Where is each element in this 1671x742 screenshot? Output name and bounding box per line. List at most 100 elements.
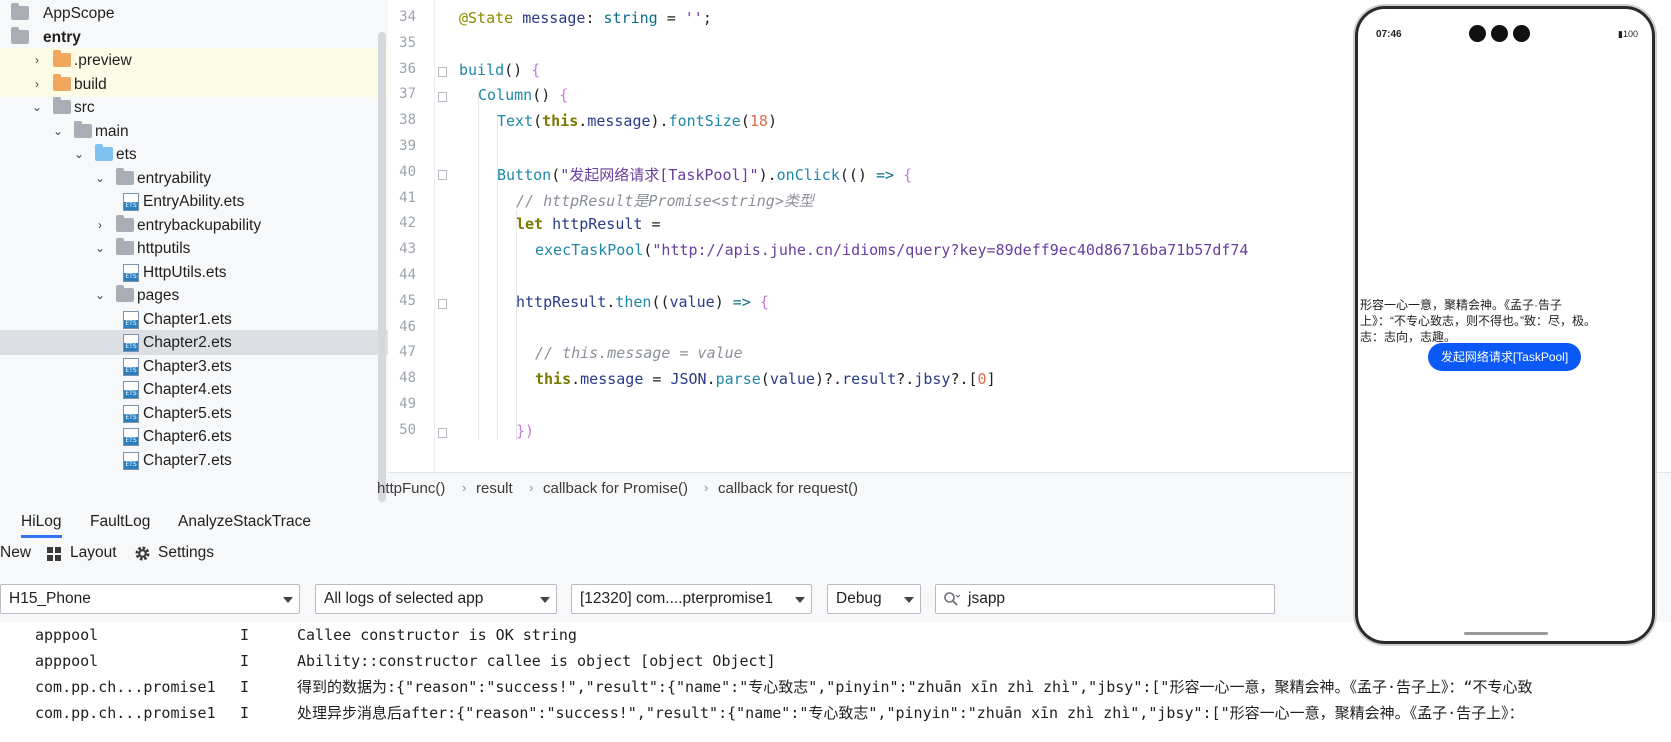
chevron-down-icon[interactable]: ⌄: [94, 236, 106, 261]
line-number: 49: [399, 396, 416, 412]
log-row[interactable]: com.pp.ch...promise1 I 处理异步消息后after:{"reas…: [0, 700, 1671, 726]
ets-file-icon: ETS: [123, 381, 139, 399]
layout-button[interactable]: Layout: [70, 544, 117, 562]
new-button[interactable]: New: [0, 544, 31, 562]
tree-item[interactable]: ETS EntryAbility.ets: [0, 189, 388, 214]
code-token: 18: [749, 112, 768, 131]
code-line: @State message: string = '';: [459, 9, 712, 27]
tree-item[interactable]: ETS Chapter2.ets: [0, 330, 388, 355]
chevron-down-icon[interactable]: ⌄: [94, 166, 106, 191]
chevron-right-icon[interactable]: ›: [31, 48, 43, 73]
line-number: 36: [399, 60, 416, 77]
process-select[interactable]: [12320] com....pterpromise1: [571, 584, 812, 614]
level-select[interactable]: Debug: [827, 584, 921, 614]
code-line: build() {: [459, 61, 540, 79]
file-badge: ETS: [124, 413, 138, 422]
code-token: 0: [977, 370, 987, 389]
tree-item[interactable]: ⌄ pages: [0, 283, 388, 308]
line-number: 44: [399, 267, 416, 283]
code-line: Column() {: [478, 86, 568, 104]
tree-item[interactable]: AppScope: [0, 1, 388, 26]
chevron-down-icon[interactable]: ⌄: [94, 283, 106, 308]
request-button[interactable]: 发起网络请求[TaskPool]: [1428, 343, 1581, 371]
tree-item[interactable]: › entrybackupability: [0, 213, 388, 238]
line-number: 45: [399, 292, 416, 309]
chevron-down-icon: [283, 597, 293, 603]
folder-icon: [116, 285, 134, 302]
chevron-right-icon[interactable]: ›: [31, 72, 43, 97]
chevron-down-icon[interactable]: ⌄: [73, 142, 85, 167]
settings-button[interactable]: Settings: [158, 544, 214, 562]
tree-item[interactable]: › .preview: [0, 48, 388, 73]
tree-item[interactable]: › build: [0, 71, 388, 97]
fold-marker-icon[interactable]: [438, 427, 447, 438]
chevron-down-icon[interactable]: ⌄: [52, 119, 64, 144]
tree-item-label: EntryAbility.ets: [143, 193, 245, 210]
chevron-down-icon[interactable]: ⌄: [31, 95, 43, 120]
code-token: Button: [497, 165, 552, 184]
tree-item[interactable]: ETS Chapter1.ets: [0, 307, 388, 332]
line-number: 42: [399, 215, 416, 232]
battery-level: 100: [1622, 29, 1638, 39]
file-badge: ETS: [124, 343, 138, 351]
fold-marker-icon[interactable]: [438, 66, 447, 77]
tab-hilog[interactable]: HiLog: [21, 513, 62, 538]
ets-file-icon: ETS: [123, 334, 139, 352]
log-search-input[interactable]: jsapp: [935, 584, 1275, 614]
tab-analyzestacktrace[interactable]: AnalyzeStackTrace: [178, 513, 311, 531]
tree-item[interactable]: ETS Chapter7.ets: [0, 448, 388, 473]
breadcrumb-item[interactable]: callback for request(): [718, 480, 858, 497]
battery-indicator: ▮100: [1618, 29, 1638, 39]
tree-item[interactable]: ⌄ src: [0, 95, 388, 120]
code-token: ((: [651, 292, 670, 311]
tree-item-label: Chapter3.ets: [143, 357, 232, 375]
breadcrumb-item[interactable]: callback for Promise(): [543, 480, 688, 497]
file-badge: ETS: [124, 366, 138, 375]
tree-item[interactable]: ⌄ main: [0, 119, 388, 144]
tree-item[interactable]: ⌄ entryability: [0, 166, 388, 191]
tree-item-label: entrybackupability: [137, 216, 262, 234]
code-token: let: [516, 215, 553, 234]
tree-item[interactable]: entry: [0, 25, 388, 50]
line-number: 50: [399, 421, 416, 438]
tree-item[interactable]: ⌄ httputils: [0, 236, 388, 261]
breadcrumb-item[interactable]: httpFunc(): [377, 480, 445, 497]
tree-item[interactable]: ⌄ ets: [0, 142, 388, 167]
status-time: 07:46: [1376, 29, 1402, 40]
device-select[interactable]: H15_Phone: [0, 584, 300, 614]
log-message: Ability::constructor callee is object [o…: [297, 652, 776, 670]
camera-icon: [1491, 25, 1508, 42]
log-message: 处理异步消息后after:{"reason":"success!","resul…: [297, 704, 1524, 722]
fold-marker-icon[interactable]: [438, 298, 447, 309]
fold-marker-icon[interactable]: [438, 169, 447, 180]
tree-item[interactable]: ETS Chapter5.ets: [0, 401, 388, 426]
tree-item-label: HttpUtils.ets: [143, 263, 227, 281]
fold-marker-icon[interactable]: [438, 92, 447, 103]
code-token: .: [706, 370, 716, 389]
file-badge: ETS: [124, 272, 138, 281]
line-number: 38: [399, 112, 416, 129]
code-token: ]: [986, 370, 996, 389]
tree-item-label: httputils: [137, 240, 191, 257]
tree-item[interactable]: ETS HttpUtils.ets: [0, 260, 388, 285]
tree-item[interactable]: ETS Chapter3.ets: [0, 354, 388, 379]
log-scope-select[interactable]: All logs of selected app: [315, 584, 557, 614]
tree-item[interactable]: ETS Chapter6.ets: [0, 424, 388, 449]
log-row[interactable]: apppool I Ability::constructor callee is o…: [0, 648, 1671, 674]
code-token: (: [760, 370, 770, 389]
log-row[interactable]: com.pp.ch...promise1 I 得到的数据为:{"reason":"s…: [0, 674, 1671, 700]
breadcrumb-item[interactable]: result: [476, 480, 513, 497]
tree-item-label: Chapter2.ets: [143, 334, 232, 351]
ets-file-icon: ETS: [123, 310, 139, 329]
tree-item-label: Chapter5.ets: [143, 404, 232, 422]
tree-item[interactable]: ETS Chapter4.ets: [0, 377, 388, 402]
folder-icon: [74, 120, 92, 138]
file-badge: ETS: [124, 319, 138, 328]
layout-icon: [46, 546, 62, 567]
tab-faultlog[interactable]: FaultLog: [90, 513, 150, 531]
line-number: 47: [399, 344, 416, 361]
folder-icon: [116, 238, 134, 255]
tree-scrollbar[interactable]: [378, 32, 386, 502]
chevron-right-icon[interactable]: ›: [94, 213, 106, 238]
ets-file-icon: ETS: [123, 404, 139, 423]
